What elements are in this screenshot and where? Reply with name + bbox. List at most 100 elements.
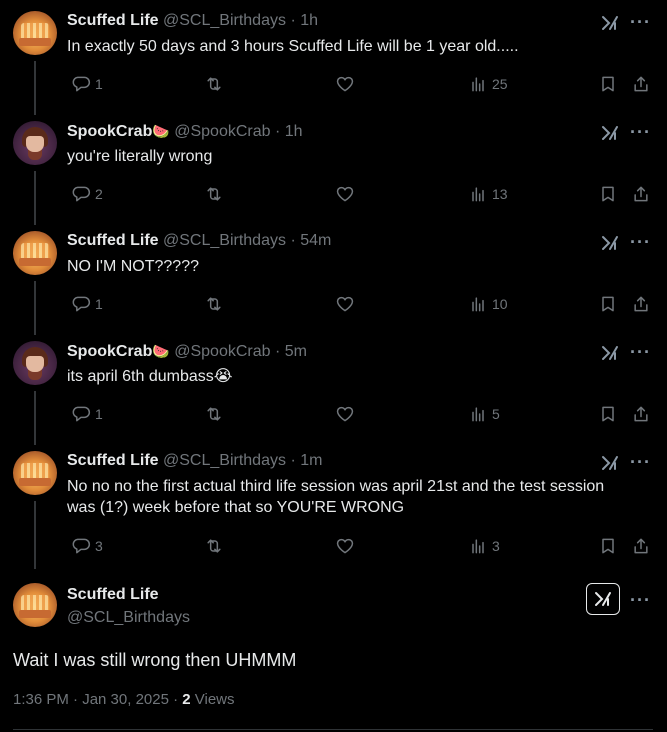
views-button[interactable]: 3 (464, 536, 500, 556)
retweet-icon (204, 74, 224, 94)
retweet-button[interactable] (200, 294, 228, 314)
tweet-actions: 1 25 (67, 74, 657, 94)
reply-count: 2 (95, 186, 103, 202)
bookmark-button[interactable] (594, 294, 618, 314)
tweet-text: No no no the first actual third life ses… (67, 478, 605, 516)
more-icon[interactable]: ··· (630, 342, 651, 362)
timestamp[interactable]: · 1h (290, 12, 318, 29)
views-count: 5 (492, 406, 500, 422)
bookmark-icon (598, 404, 618, 424)
tweet-actions: 15 (67, 404, 657, 424)
timestamp[interactable]: · 5m (275, 343, 307, 360)
views-button[interactable]: 13 (464, 184, 508, 204)
views-count: 10 (492, 296, 508, 312)
reply-button[interactable]: 3 (67, 536, 103, 556)
like-button[interactable] (331, 404, 359, 424)
bookmark-button[interactable] (594, 404, 618, 424)
thread-line (34, 281, 36, 335)
author-handle[interactable]: @SpookCrab (174, 123, 270, 140)
tweet-text: In exactly 50 days and 3 hours Scuffed L… (67, 38, 519, 55)
retweet-icon (204, 184, 224, 204)
reply-count: 1 (95, 406, 103, 422)
bookmark-button[interactable] (594, 74, 618, 94)
bookmark-button[interactable] (594, 184, 618, 204)
share-button[interactable] (627, 294, 651, 314)
more-icon[interactable]: ··· (630, 122, 651, 142)
heart-icon (335, 184, 355, 204)
author-handle[interactable]: @SCL_Birthdays (67, 608, 190, 628)
tweet-header: SpookCrab🍉 @SpookCrab · 1h (67, 121, 303, 142)
avatar[interactable] (13, 11, 57, 55)
heart-icon (335, 536, 355, 556)
author-handle[interactable]: @SCL_Birthdays (163, 452, 286, 469)
author-name[interactable]: SpookCrab (67, 123, 152, 140)
timestamp[interactable]: · 1m (290, 452, 322, 469)
more-icon[interactable]: ··· (630, 452, 651, 472)
like-button[interactable] (331, 536, 359, 556)
bookmark-icon (598, 536, 618, 556)
timestamp[interactable]: · 54m (290, 232, 331, 249)
views-count: 13 (492, 186, 508, 202)
avatar[interactable] (13, 231, 57, 275)
tweet-actions: 2 13 (67, 184, 657, 204)
reply-button[interactable]: 1 (67, 74, 103, 94)
like-button[interactable] (331, 184, 359, 204)
retweet-button[interactable] (200, 184, 228, 204)
grok-icon[interactable] (600, 343, 620, 363)
avatar[interactable] (13, 341, 57, 385)
more-icon[interactable]: ··· (630, 232, 651, 252)
like-button[interactable] (331, 74, 359, 94)
share-button[interactable] (627, 404, 651, 424)
share-button[interactable] (627, 184, 651, 204)
bookmark-button[interactable] (594, 536, 618, 556)
more-icon[interactable]: ··· (630, 590, 651, 610)
divider (13, 729, 653, 730)
timestamp[interactable]: · 1h (275, 123, 303, 140)
reply-count: 3 (95, 538, 103, 554)
reply-icon (71, 74, 91, 94)
grok-button[interactable] (586, 583, 620, 615)
views-icon (468, 74, 488, 94)
grok-icon[interactable] (600, 233, 620, 253)
share-button[interactable] (627, 536, 651, 556)
views-icon (468, 404, 488, 424)
tweet-header: Scuffed Life @SCL_Birthdays · 54m (67, 231, 331, 251)
reply-button[interactable]: 1 (67, 404, 103, 424)
more-icon[interactable]: ··· (630, 12, 651, 32)
author-name[interactable]: Scuffed Life (67, 232, 159, 249)
thread-line (34, 61, 36, 115)
share-icon (631, 184, 651, 204)
views-button[interactable]: 10 (464, 294, 508, 314)
timestamp[interactable]: 1:36 PM · Jan 30, 2025 · (13, 691, 182, 708)
author-handle[interactable]: @SCL_Birthdays (163, 12, 286, 29)
grok-icon[interactable] (600, 123, 620, 143)
reply-button[interactable]: 2 (67, 184, 103, 204)
tweet-header: Scuffed Life @SCL_Birthdays · 1h (67, 11, 318, 31)
retweet-button[interactable] (200, 74, 228, 94)
views-button[interactable]: 25 (464, 74, 508, 94)
views-button[interactable]: 5 (464, 404, 500, 424)
reply-button[interactable]: 1 (67, 294, 103, 314)
bookmark-icon (598, 294, 618, 314)
tweet-header: Scuffed Life @SCL_Birthdays · 1m (67, 451, 322, 471)
share-icon (631, 536, 651, 556)
author-name[interactable]: Scuffed Life (67, 452, 159, 469)
tweet-actions: 1 10 (67, 294, 657, 314)
avatar[interactable] (13, 451, 57, 495)
heart-icon (335, 404, 355, 424)
retweet-button[interactable] (200, 536, 228, 556)
reply-icon (71, 184, 91, 204)
avatar[interactable] (13, 583, 57, 627)
like-button[interactable] (331, 294, 359, 314)
author-name[interactable]: Scuffed Life (67, 12, 159, 29)
author-name[interactable]: Scuffed Life (67, 585, 159, 605)
retweet-button[interactable] (200, 404, 228, 424)
share-icon (631, 74, 651, 94)
author-handle[interactable]: @SCL_Birthdays (163, 232, 286, 249)
author-name[interactable]: SpookCrab (67, 343, 152, 360)
avatar[interactable] (13, 121, 57, 165)
grok-icon[interactable] (600, 13, 620, 33)
grok-icon[interactable] (600, 453, 620, 473)
author-handle[interactable]: @SpookCrab (174, 343, 270, 360)
share-button[interactable] (627, 74, 651, 94)
